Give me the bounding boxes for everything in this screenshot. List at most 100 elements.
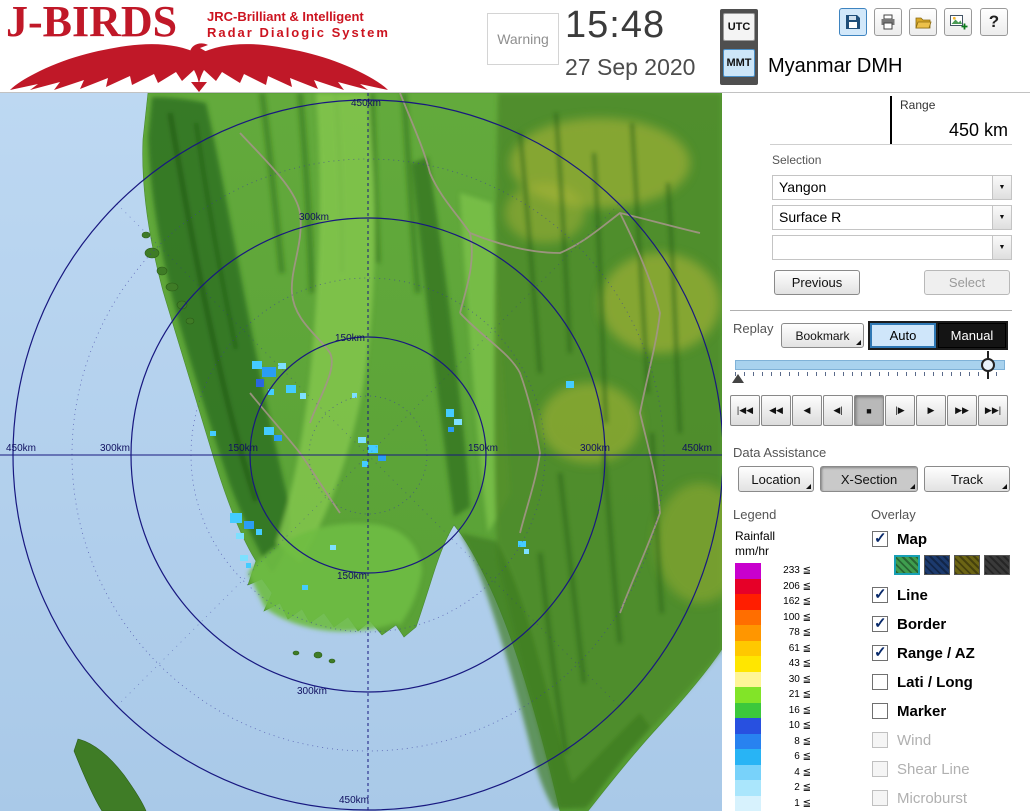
ring-label: 450km [339,795,369,806]
map-style-swatch-2[interactable] [924,555,950,575]
manual-mode-button[interactable]: Manual [938,323,1006,348]
track-button[interactable]: Track [924,466,1010,492]
help-button[interactable]: ? [980,8,1008,36]
overlay-item-label: Marker [897,703,946,720]
overlay-item-label: Border [897,616,946,633]
select-button[interactable]: Select [924,270,1010,295]
check-icon: ✓ [874,585,887,603]
extra-dropdown[interactable]: ▼ [772,235,1012,260]
ring-label: 300km [100,443,130,454]
replay-timeline-track[interactable] [735,360,1005,370]
legend-threshold: 78 ≦ [761,627,811,638]
warning-label: Warning [497,31,549,47]
legend-threshold: 4 ≦ [761,767,811,778]
map-checkbox[interactable]: ✓ [872,531,888,547]
ring-label: 300km [299,212,329,223]
line-checkbox[interactable]: ✓ [872,587,888,603]
station-name: Myanmar DMH [768,55,902,78]
timezone-toggle: UTC MMT [720,9,758,85]
range-az-checkbox[interactable]: ✓ [872,645,888,661]
location-button[interactable]: Location [738,466,814,492]
ring-label: 450km [6,443,36,454]
legend-threshold: 162 ≦ [761,596,811,607]
playback-play-button[interactable]: ▶ [916,395,946,426]
overlay-item-microburst: Microburst [872,788,967,808]
ring-label: 150km [335,333,365,344]
playback-step-forward-button[interactable]: |▶ [885,395,915,426]
overlay-label: Overlay [871,507,916,522]
border-checkbox[interactable]: ✓ [872,616,888,632]
map-style-swatch-4[interactable] [984,555,1010,575]
legend-color-swatch [735,563,761,579]
legend-row: 233 ≦ [735,563,811,579]
legend-color-swatch [735,625,761,641]
site-dropdown-value: Yangon [773,176,1011,199]
legend-row: 100 ≦ [735,610,811,626]
previous-button[interactable]: Previous [774,270,860,295]
overlay-item-label: Microburst [897,790,967,807]
playback-fast-forward-button[interactable]: ▶▶ [947,395,977,426]
legend-threshold: 61 ≦ [761,643,811,654]
overlay-item-lati-long: Lati / Long [872,672,973,692]
open-folder-button[interactable] [909,8,937,36]
legend-threshold: 8 ≦ [761,736,811,747]
radar-map[interactable]: 450km 300km 150km 150km 300km 450km 450k… [0,93,722,811]
overlay-item-border: ✓ Border [872,614,946,634]
overlay-item-map: ✓Map [872,529,927,549]
legend-color-swatch [735,672,761,688]
divider [730,310,1012,311]
save-button[interactable] [839,8,867,36]
playback-play-reverse-button[interactable]: ◀ [792,395,822,426]
product-dropdown-value: Surface R [773,206,1011,229]
timeline-thumb[interactable] [981,358,995,372]
legend-threshold: 30 ≦ [761,674,811,685]
utc-button[interactable]: UTC [723,13,755,41]
product-dropdown[interactable]: Surface R ▼ [772,205,1012,230]
logo-subtitle-1: JRC-Brilliant & Intelligent [207,9,364,24]
map-style-swatch-1[interactable] [894,555,920,575]
overlay-item-marker: Marker [872,701,946,721]
legend-color-swatch [735,718,761,734]
legend-color-swatch [735,749,761,765]
legend-row: 16 ≦ [735,703,811,719]
bookmark-button[interactable]: Bookmark [781,323,864,348]
legend-scale: 233 ≦206 ≦162 ≦100 ≦78 ≦61 ≦43 ≦30 ≦21 ≦… [735,563,811,811]
legend-row: 162 ≦ [735,594,811,610]
legend-color-swatch [735,594,761,610]
site-dropdown[interactable]: Yangon ▼ [772,175,1012,200]
auto-mode-button[interactable]: Auto [870,323,936,348]
legend-unit: mm/hr [735,544,769,558]
mmt-button[interactable]: MMT [723,49,755,77]
legend-row: 10 ≦ [735,718,811,734]
lati-long-checkbox[interactable] [872,674,888,690]
chevron-down-icon[interactable]: ▼ [992,236,1011,259]
legend-threshold: 1 ≦ [761,798,811,809]
map-style-swatch-3[interactable] [954,555,980,575]
playback-skip-to-end-button[interactable]: ▶▶| [978,395,1008,426]
overlay-item-range-az: ✓Range / AZ [872,643,975,663]
overlay-item-shear-line: Shear Line [872,759,970,779]
legend-color-swatch [735,765,761,781]
legend-row: 6 ≦ [735,749,811,765]
legend-color-swatch [735,579,761,595]
chevron-down-icon[interactable]: ▼ [992,176,1011,199]
print-button[interactable] [874,8,902,36]
marker-checkbox[interactable] [872,703,888,719]
range-value: 450 km [949,120,1008,141]
x-section-button[interactable]: X-Section [820,466,918,492]
microburst-checkbox [872,790,888,806]
map-style-swatches [894,555,1010,575]
clock-date: 27 Sep 2020 [565,54,695,81]
legend-threshold: 10 ≦ [761,720,811,731]
legend-threshold: 43 ≦ [761,658,811,669]
ring-label: 150km [468,443,498,454]
playback-step-back-button[interactable]: ◀| [823,395,853,426]
playback-stop-button[interactable]: ■ [854,395,884,426]
legend-row: 206 ≦ [735,579,811,595]
legend-row: 8 ≦ [735,734,811,750]
export-image-button[interactable] [944,8,972,36]
playback-fast-rewind-button[interactable]: ◀◀ [761,395,791,426]
chevron-down-icon[interactable]: ▼ [992,206,1011,229]
legend-row: 30 ≦ [735,672,811,688]
playback-skip-to-start-button[interactable]: |◀◀ [730,395,760,426]
